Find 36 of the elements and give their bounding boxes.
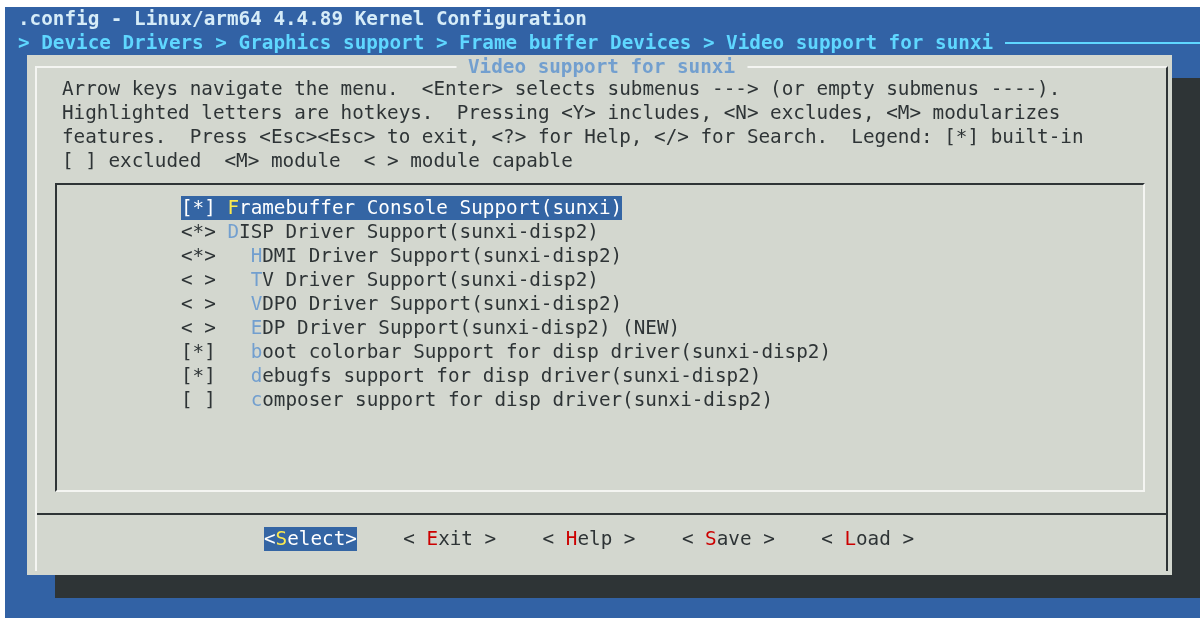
option-state[interactable]: < > [181,268,216,292]
menu-item[interactable]: <*> DISP Driver Support(sunxi-disp2) [181,220,599,244]
option-state[interactable]: [*] [181,196,216,220]
item-label: Framebuffer Console Support(sunxi) [227,196,623,220]
dialog-button[interactable]: < Help > [542,527,636,551]
item-label: HDMI Driver Support(sunxi-disp2) [250,244,623,268]
item-label: VDPO Driver Support(sunxi-disp2) [250,292,623,316]
menu-item[interactable]: [*] boot colorbar Support for disp driver(sunxi-disp2) [181,340,832,364]
item-label: TV Driver Support(sunxi-disp2) [250,268,599,292]
menu-item[interactable]: [*] Framebuffer Console Support(sunxi) [181,196,623,220]
menu-item[interactable]: < > TV Driver Support(sunxi-disp2) [181,268,599,292]
menu-item[interactable]: <*> HDMI Driver Support(sunxi-disp2) [181,244,623,268]
option-state[interactable]: < > [181,292,216,316]
item-label: boot colorbar Support for disp driver(sunxi-disp2) [250,340,832,364]
option-state[interactable]: <*> [181,220,216,244]
item-label: composer support for disp driver(sunxi-disp2) [250,388,773,412]
dialog-title: Video support for sunxi [456,55,747,79]
option-state[interactable]: [*] [181,340,216,364]
option-state[interactable]: [ ] [181,388,216,412]
dialog-button[interactable]: < Exit > [403,527,497,551]
window-title: .config - Linux/arm64 4.4.89 Kernel Configuration [18,7,588,31]
help-text: Arrow keys navigate the menu. <Enter> selects submenus ---> (or empty submenus ----). Highlighted letters are hotkeys. Pressing <Y> includes, <N> excludes, <M> modularizes features. Press <Esc><Esc> to exit, <?> for Help, </> for Search. Legend: [*] built-in [ ] excluded <M> module < > module capable [62,77,1085,173]
menu-item[interactable]: [ ] composer support for disp driver(sunxi-disp2) [181,388,773,412]
item-label: DISP Driver Support(sunxi-disp2) [227,220,599,244]
dialog-button[interactable]: < Load > [821,527,915,551]
item-label: EDP Driver Support(sunxi-disp2) (NEW) [250,316,681,340]
menu-item[interactable]: < > EDP Driver Support(sunxi-disp2) (NEW) [181,316,681,340]
option-state[interactable]: [*] [181,364,216,388]
menu-item[interactable]: [*] debugfs support for disp driver(sunxi-disp2) [181,364,762,388]
dialog-button[interactable]: < Save > [681,527,775,551]
breadcrumb: > Device Drivers > Graphics support > Frame buffer Devices > Video support for sunxi [18,31,994,55]
menu-item[interactable]: < > VDPO Driver Support(sunxi-disp2) [181,292,623,316]
option-state[interactable]: <*> [181,244,216,268]
dialog-button[interactable]: <Select> [264,527,357,551]
item-label: debugfs support for disp driver(sunxi-disp2) [250,364,762,388]
option-state[interactable]: < > [181,316,216,340]
